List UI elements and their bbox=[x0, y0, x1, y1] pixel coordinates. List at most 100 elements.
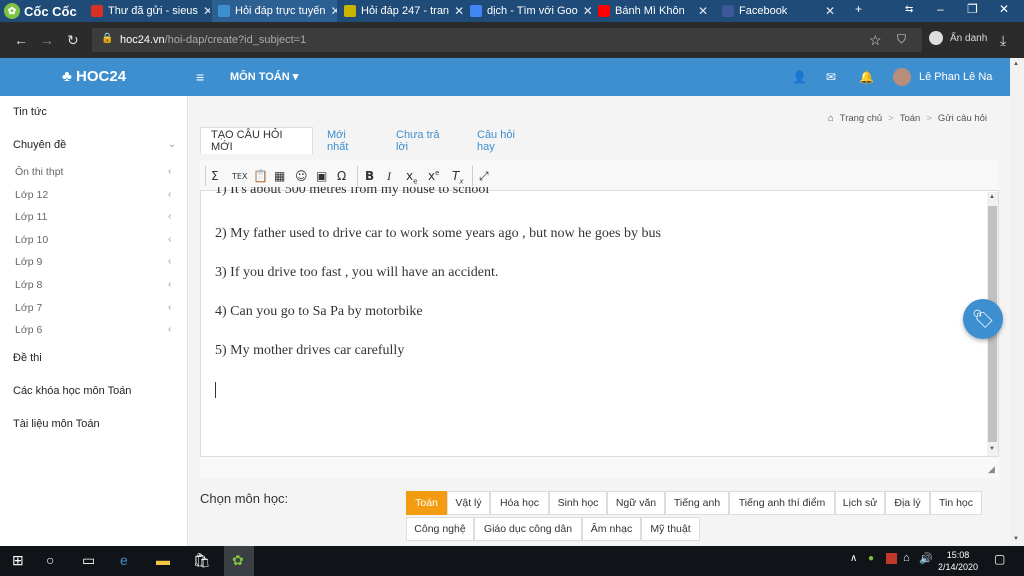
minimize-button[interactable]: – bbox=[937, 2, 944, 16]
subscript-icon[interactable]: xe bbox=[406, 169, 417, 185]
breadcrumb-subject[interactable]: Toán bbox=[900, 113, 921, 124]
close-icon[interactable]: ✕ bbox=[698, 4, 708, 18]
download-icon[interactable]: ⤓ bbox=[1000, 32, 1006, 49]
volume-icon[interactable]: 🔊 bbox=[919, 552, 933, 565]
hamburger-menu-icon[interactable]: ≡ bbox=[196, 69, 204, 85]
close-icon[interactable]: ✕ bbox=[583, 4, 591, 18]
add-friend-icon[interactable]: 👤 bbox=[792, 70, 807, 84]
close-icon[interactable]: ✕ bbox=[331, 4, 337, 18]
browser-tab[interactable]: Thư đã gửi - sieus ✕ bbox=[85, 0, 210, 22]
superscript-icon[interactable]: xe bbox=[428, 169, 439, 183]
edge-icon[interactable]: e bbox=[120, 552, 128, 568]
tray-chevron-icon[interactable]: ∧ bbox=[850, 553, 857, 564]
subject-button[interactable]: Toán bbox=[406, 491, 447, 515]
tag-icon[interactable]: 🏷 bbox=[963, 299, 1003, 339]
back-icon[interactable]: ← bbox=[14, 32, 28, 48]
store-icon[interactable]: 🛍 bbox=[193, 552, 211, 569]
maximize-button[interactable]: ❐ bbox=[967, 2, 978, 16]
resize-handle-icon[interactable]: ◢ bbox=[988, 464, 995, 475]
sidebar-item-grade[interactable]: Lớp 7 bbox=[15, 302, 42, 314]
sidebar-item-courses[interactable]: Các khóa học môn Toán bbox=[13, 385, 131, 397]
image-icon[interactable]: ▣ bbox=[316, 169, 327, 183]
italic-icon[interactable]: I bbox=[387, 169, 391, 184]
omega-icon[interactable]: Ω bbox=[337, 169, 346, 183]
search-icon[interactable]: ○ bbox=[46, 552, 54, 568]
bold-icon[interactable]: B bbox=[365, 169, 374, 183]
maximize-icon[interactable]: ⤢ bbox=[479, 169, 489, 184]
subject-button[interactable]: Âm nhạc bbox=[582, 517, 641, 541]
tab-search-icon[interactable]: ⇆ bbox=[905, 4, 913, 15]
browser-brand[interactable]: ✿ Cốc Cốc bbox=[4, 2, 77, 20]
clear-format-icon[interactable]: Tx bbox=[452, 169, 464, 185]
browser-tab[interactable]: Facebook ✕ bbox=[716, 0, 841, 22]
mail-icon[interactable]: ✉ bbox=[826, 70, 836, 84]
avatar[interactable] bbox=[893, 68, 911, 86]
tab-question-0[interactable]: TẠO CÂU HỎI MỚI bbox=[200, 127, 313, 154]
browser-tab[interactable]: dịch - Tìm với Goo ✕ bbox=[464, 0, 591, 22]
page-scroll-up-icon[interactable]: ▲ bbox=[1013, 61, 1019, 67]
site-logo[interactable]: ♣ HOC24 bbox=[62, 68, 126, 85]
close-icon[interactable]: ✕ bbox=[825, 4, 835, 18]
breadcrumb-home[interactable]: Trang chủ bbox=[840, 113, 882, 124]
page-scroll-down-icon[interactable]: ▼ bbox=[1013, 536, 1019, 542]
subject-button[interactable]: Địa lý bbox=[885, 491, 930, 515]
subject-button[interactable]: Công nghệ bbox=[406, 517, 474, 541]
username[interactable]: Lê Phan Lê Na bbox=[919, 71, 992, 83]
task-view-icon[interactable]: ▭ bbox=[82, 552, 95, 569]
bookmark-star-icon[interactable]: ☆ bbox=[869, 32, 882, 49]
notification-icon[interactable]: ▢ bbox=[994, 552, 1005, 566]
close-icon[interactable]: ✕ bbox=[454, 4, 463, 18]
scroll-up-icon[interactable]: ▲ bbox=[989, 194, 995, 200]
tray-app-icon[interactable]: ● bbox=[868, 553, 874, 564]
subject-button[interactable]: Hóa học bbox=[490, 491, 549, 515]
bell-icon[interactable]: 🔔 bbox=[859, 70, 874, 84]
network-icon[interactable]: ⌂ bbox=[903, 552, 910, 564]
close-window-button[interactable]: ✕ bbox=[999, 2, 1009, 16]
subject-button[interactable]: Ngữ văn bbox=[607, 491, 665, 515]
clock[interactable]: 15:08 2/14/2020 bbox=[938, 549, 978, 573]
table-icon[interactable]: ▦ bbox=[274, 169, 285, 183]
shield-icon[interactable]: ⛉ bbox=[897, 32, 906, 47]
sidebar-item-grade[interactable]: Lớp 11 bbox=[15, 211, 47, 223]
subject-button[interactable]: Tiếng anh thí điểm bbox=[729, 491, 835, 515]
subject-menu[interactable]: MÔN TOÁN ▾ bbox=[230, 70, 298, 83]
sidebar-item-materials[interactable]: Tài liệu môn Toán bbox=[13, 418, 100, 430]
sidebar-item-grade[interactable]: Ôn thi thpt bbox=[15, 166, 63, 178]
tab-question-3[interactable]: Câu hỏi hay bbox=[467, 127, 539, 154]
sidebar-item-exams[interactable]: Đề thi bbox=[13, 352, 42, 364]
tab-question-1[interactable]: Mới nhất bbox=[317, 127, 380, 154]
sidebar-item-grade[interactable]: Lớp 9 bbox=[15, 256, 42, 268]
subject-button[interactable]: Vật lý bbox=[447, 491, 490, 515]
subject-button[interactable]: Tiếng anh bbox=[665, 491, 729, 515]
reload-icon[interactable]: ↻ bbox=[67, 32, 79, 49]
browser-tab[interactable]: Hỏi đáp trực tuyến ✕ bbox=[212, 0, 337, 22]
subject-button[interactable]: Mỹ thuật bbox=[641, 517, 700, 541]
subject-button[interactable]: Sinh học bbox=[549, 491, 607, 515]
paste-icon[interactable]: 📋 bbox=[253, 169, 268, 183]
close-icon[interactable]: ✕ bbox=[203, 4, 210, 18]
sidebar-item-news[interactable]: Tin tức bbox=[13, 106, 47, 118]
subject-button[interactable]: Lịch sử bbox=[835, 491, 885, 515]
sidebar-item-grade[interactable]: Lớp 10 bbox=[15, 234, 48, 246]
sidebar-item-grade[interactable]: Lớp 8 bbox=[15, 279, 42, 291]
new-tab-button[interactable]: + bbox=[855, 2, 862, 16]
page-scrollbar[interactable] bbox=[1010, 58, 1024, 546]
subject-button[interactable]: Giáo dục công dân bbox=[474, 517, 582, 541]
text-cursor bbox=[215, 382, 216, 398]
browser-tab[interactable]: Hỏi đáp 247 - tran ✕ bbox=[338, 0, 463, 22]
sigma-icon[interactable]: Σ bbox=[211, 169, 219, 183]
sidebar-item-grade[interactable]: Lớp 12 bbox=[15, 189, 48, 201]
tab-question-2[interactable]: Chưa trả lời bbox=[386, 127, 461, 154]
sidebar-item-grade[interactable]: Lớp 6 bbox=[15, 324, 42, 336]
file-explorer-icon[interactable]: ▬ bbox=[156, 552, 170, 568]
sidebar-item-topics[interactable]: Chuyên đề bbox=[13, 139, 66, 151]
scroll-down-icon[interactable]: ▼ bbox=[989, 446, 995, 452]
forward-icon[interactable]: → bbox=[40, 32, 54, 48]
tex-icon[interactable]: TEX bbox=[232, 172, 247, 181]
tray-vivaldi-icon[interactable] bbox=[886, 553, 897, 564]
browser-tab[interactable]: Bánh Mì Khôn ✕ bbox=[592, 0, 714, 22]
url-text[interactable]: hoc24.vn/hoi-dap/create?id_subject=1 bbox=[120, 34, 306, 46]
smiley-icon[interactable]: ☺ bbox=[295, 169, 308, 183]
subject-button[interactable]: Tin học bbox=[930, 491, 982, 515]
windows-start-icon[interactable]: ⊞ bbox=[12, 552, 24, 569]
